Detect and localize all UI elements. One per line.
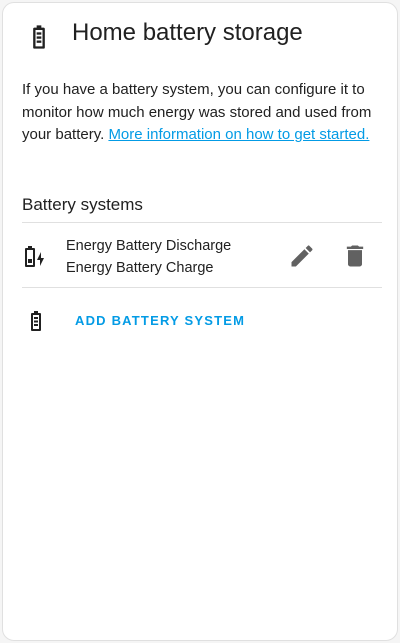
description: If you have a battery system, you can co…	[22, 79, 380, 147]
battery-icon	[31, 311, 41, 331]
more-info-link[interactable]: More information on how to get started.	[108, 126, 369, 143]
charge-sensor-label: Energy Battery Charge	[66, 260, 214, 276]
divider	[22, 222, 382, 223]
battery-charging-icon	[25, 246, 44, 267]
trash-icon[interactable]	[341, 242, 369, 270]
battery-icon	[33, 25, 45, 49]
section-title: Battery systems	[22, 195, 143, 214]
battery-row-labels: Energy Battery Discharge Energy Battery …	[66, 235, 231, 279]
dialog-title: Home battery storage	[72, 19, 303, 46]
divider	[22, 287, 382, 288]
add-battery-row: ADD BATTERY SYSTEM	[3, 303, 397, 339]
battery-system-row: Energy Battery Discharge Energy Battery …	[3, 224, 397, 288]
dialog-header: Home battery storage	[3, 3, 397, 73]
pencil-icon[interactable]	[288, 242, 316, 270]
battery-storage-card: Home battery storage If you have a batte…	[2, 2, 398, 641]
discharge-sensor-label: Energy Battery Discharge	[66, 238, 232, 254]
add-battery-system-button[interactable]: ADD BATTERY SYSTEM	[67, 305, 253, 337]
